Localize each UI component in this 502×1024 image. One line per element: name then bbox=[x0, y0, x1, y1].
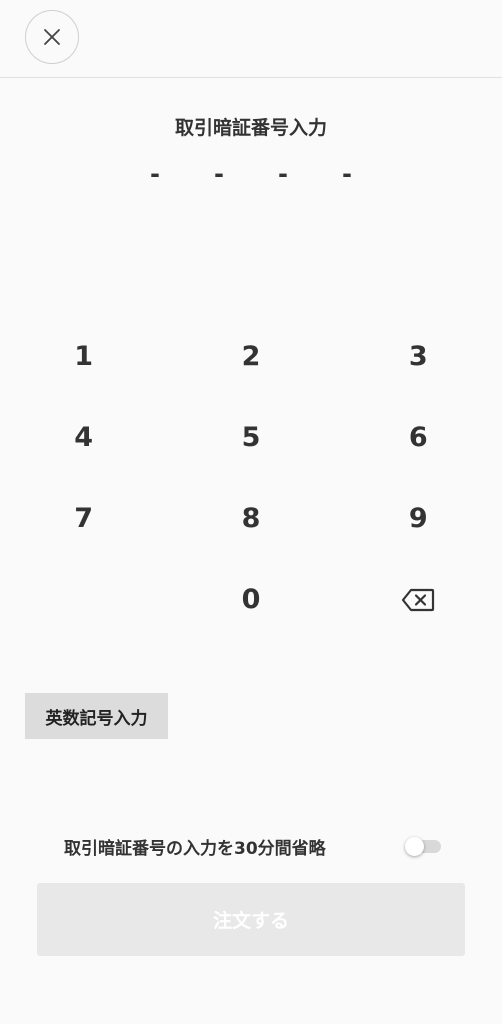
skip-pin-setting: 取引暗証番号の入力を30分間省略 bbox=[0, 830, 502, 862]
toggle-knob bbox=[405, 837, 424, 856]
backspace-icon bbox=[402, 588, 435, 611]
keypad-row: 1 2 3 bbox=[0, 316, 502, 397]
key-3[interactable]: 3 bbox=[335, 316, 502, 397]
alphanumeric-input-button[interactable]: 英数記号入力 bbox=[25, 693, 168, 739]
key-5[interactable]: 5 bbox=[167, 397, 334, 478]
skip-pin-toggle[interactable] bbox=[405, 837, 441, 856]
skip-pin-label: 取引暗証番号の入力を30分間省略 bbox=[64, 839, 326, 859]
key-1[interactable]: 1 bbox=[0, 316, 167, 397]
keypad-row: 7 8 9 bbox=[0, 478, 502, 559]
close-icon bbox=[44, 29, 60, 45]
key-8[interactable]: 8 bbox=[167, 478, 334, 559]
pin-slot: - bbox=[342, 160, 352, 188]
key-7[interactable]: 7 bbox=[0, 478, 167, 559]
close-button[interactable] bbox=[25, 10, 79, 64]
key-6[interactable]: 6 bbox=[335, 397, 502, 478]
key-2[interactable]: 2 bbox=[167, 316, 334, 397]
order-button[interactable]: 注文する bbox=[37, 883, 465, 956]
keypad-row: 0 bbox=[0, 559, 502, 640]
key-0[interactable]: 0 bbox=[167, 559, 334, 640]
pin-slot: - bbox=[278, 160, 288, 188]
numeric-keypad: 1 2 3 4 5 6 7 8 9 0 bbox=[0, 316, 502, 640]
keypad-row: 4 5 6 bbox=[0, 397, 502, 478]
page-title: 取引暗証番号入力 bbox=[174, 117, 327, 139]
key-9[interactable]: 9 bbox=[335, 478, 502, 559]
key-empty bbox=[0, 559, 167, 640]
pin-entry-screen: 取引暗証番号入力 - - - - 1 2 3 4 5 6 7 8 9 0 英数記… bbox=[0, 0, 502, 1024]
pin-slot: - bbox=[150, 160, 160, 188]
key-4[interactable]: 4 bbox=[0, 397, 167, 478]
pin-display: - - - - bbox=[140, 160, 362, 190]
pin-slot: - bbox=[214, 160, 224, 188]
top-bar bbox=[0, 0, 502, 78]
backspace-button[interactable] bbox=[335, 559, 502, 640]
